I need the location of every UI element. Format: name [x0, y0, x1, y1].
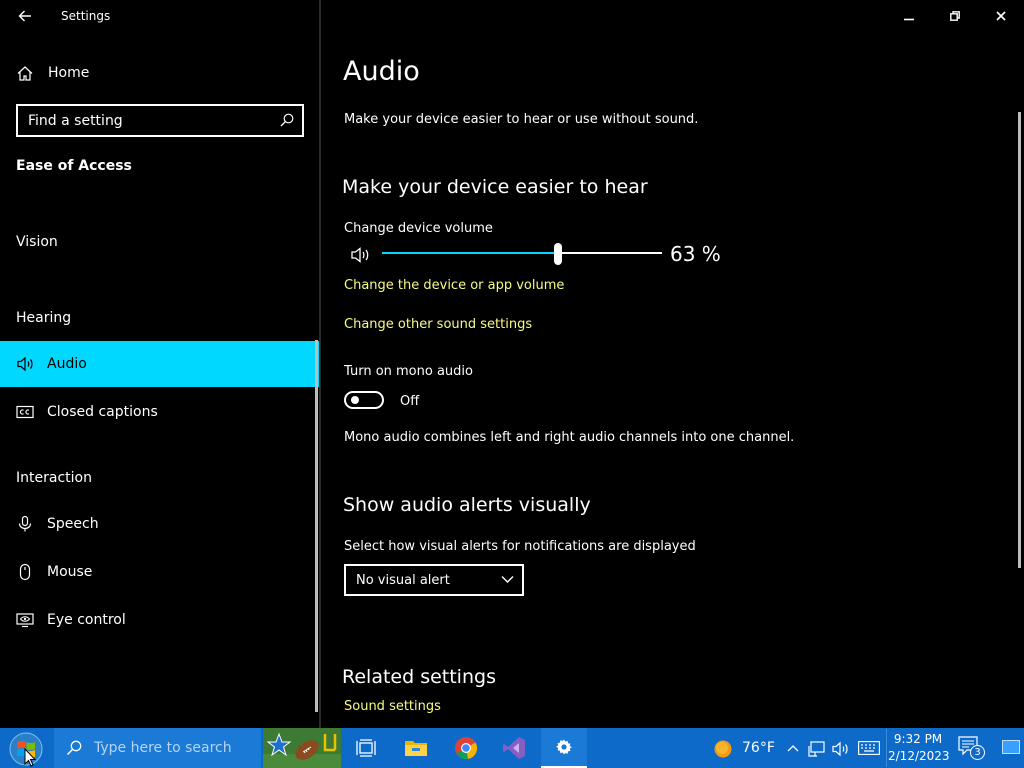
taskbar-search-placeholder: Type here to search	[94, 740, 232, 756]
clock-date: 2/12/2023	[888, 749, 950, 763]
chrome-icon	[455, 737, 478, 760]
group-label-hearing: Hearing	[16, 310, 72, 326]
microphone-icon	[18, 515, 32, 532]
page-title: Audio	[343, 56, 420, 87]
mono-audio-toggle-knob	[351, 396, 359, 404]
taskbar-chrome[interactable]	[443, 728, 489, 768]
sidebar-home[interactable]: Home	[0, 58, 319, 88]
volume-speaker-icon[interactable]	[350, 246, 372, 264]
sidebar-item-label: Eye control	[47, 612, 126, 628]
home-label: Home	[48, 65, 90, 81]
main-scrollbar[interactable]	[1018, 112, 1021, 568]
home-icon	[17, 65, 33, 81]
link-sound-settings[interactable]: Sound settings	[344, 699, 441, 714]
taskbar-file-explorer[interactable]	[393, 728, 439, 768]
tray-volume-icon[interactable]	[831, 740, 849, 758]
minimize-button[interactable]	[886, 0, 932, 32]
mono-audio-label: Turn on mono audio	[344, 364, 473, 379]
taskbar-widget-sports[interactable]	[263, 728, 341, 768]
mono-audio-toggle[interactable]	[344, 391, 384, 409]
sidebar-item-audio[interactable]: Audio	[0, 341, 319, 387]
section-title-ease-of-access: Ease of Access	[16, 158, 132, 174]
taskbar-clock[interactable]: 9:32 PM 2/12/2023	[888, 730, 950, 766]
group-label-vision: Vision	[16, 234, 58, 250]
link-change-device-app-volume[interactable]: Change the device or app volume	[344, 278, 564, 293]
notification-count-badge: 3	[970, 745, 985, 760]
sidebar-item-closed-captions[interactable]: Closed captions	[0, 389, 319, 435]
taskbar-search-box[interactable]: Type here to search	[54, 728, 261, 768]
minimize-icon	[904, 18, 914, 21]
sidebar-item-label: Audio	[47, 356, 87, 372]
sidebar-item-mouse[interactable]: Mouse	[0, 549, 319, 595]
sports-news-icon	[263, 732, 341, 768]
close-icon	[996, 11, 1006, 21]
sidebar-item-eye-control[interactable]: Eye control	[0, 597, 319, 643]
mouse-cursor-icon	[24, 748, 36, 767]
mono-audio-state: Off	[400, 394, 420, 409]
network-icon[interactable]	[808, 740, 826, 758]
related-settings-heading: Related settings	[342, 666, 496, 688]
sidebar-divider	[319, 0, 321, 728]
volume-slider-thumb[interactable]	[554, 243, 563, 265]
touch-keyboard-icon[interactable]	[858, 741, 880, 755]
weather-sun-icon[interactable]	[713, 739, 733, 759]
sidebar-scrollbar[interactable]	[315, 340, 318, 712]
visual-alerts-dropdown[interactable]: No visual alert	[344, 564, 524, 596]
sidebar-item-label: Closed captions	[47, 404, 158, 420]
sidebar-item-label: Speech	[47, 516, 99, 532]
task-view-button[interactable]	[343, 728, 389, 768]
section-heading-hear: Make your device easier to hear	[342, 176, 648, 198]
closed-captions-icon	[16, 405, 34, 419]
section-heading-alerts: Show audio alerts visually	[343, 494, 591, 516]
close-button[interactable]	[978, 0, 1024, 32]
chevron-down-icon	[501, 576, 514, 583]
find-setting-search[interactable]	[16, 104, 304, 137]
search-icon	[66, 740, 82, 756]
weather-temperature[interactable]: 76°F	[742, 740, 775, 756]
mouse-icon	[19, 563, 31, 581]
folder-icon	[405, 741, 427, 756]
tray-separator	[886, 729, 887, 767]
sidebar-item-label: Mouse	[47, 564, 93, 580]
taskbar-settings-active[interactable]	[541, 728, 587, 768]
group-label-interaction: Interaction	[16, 470, 92, 486]
page-subtitle: Make your device easier to hear or use w…	[344, 112, 699, 127]
speaker-icon	[17, 356, 33, 372]
visual-studio-icon	[503, 737, 525, 759]
window-title: Settings	[61, 9, 111, 23]
task-view-icon	[356, 739, 376, 757]
sidebar-item-speech[interactable]: Speech	[0, 501, 319, 547]
eye-control-icon	[16, 613, 34, 628]
taskbar-visual-studio[interactable]	[491, 728, 537, 768]
show-desktop-icon[interactable]	[1002, 740, 1020, 754]
action-center-button[interactable]: 3	[958, 736, 986, 762]
restore-icon	[950, 11, 960, 21]
volume-label: Change device volume	[344, 221, 493, 236]
volume-slider-fill	[382, 252, 559, 254]
clock-time: 9:32 PM	[893, 732, 943, 746]
gear-icon	[556, 739, 572, 755]
volume-value: 63 %	[670, 242, 721, 266]
visual-alerts-selected: No visual alert	[356, 573, 450, 588]
visual-alerts-label: Select how visual alerts for notificatio…	[344, 539, 696, 554]
link-change-other-sound-settings[interactable]: Change other sound settings	[344, 317, 532, 332]
back-button[interactable]	[13, 4, 37, 28]
mono-audio-description: Mono audio combines left and right audio…	[344, 430, 795, 445]
restore-button[interactable]	[932, 0, 978, 32]
find-setting-input[interactable]	[18, 106, 278, 135]
search-icon[interactable]	[280, 113, 294, 127]
back-arrow-icon	[18, 10, 31, 22]
tray-overflow-button[interactable]	[784, 738, 802, 758]
chevron-up-icon	[787, 745, 799, 752]
